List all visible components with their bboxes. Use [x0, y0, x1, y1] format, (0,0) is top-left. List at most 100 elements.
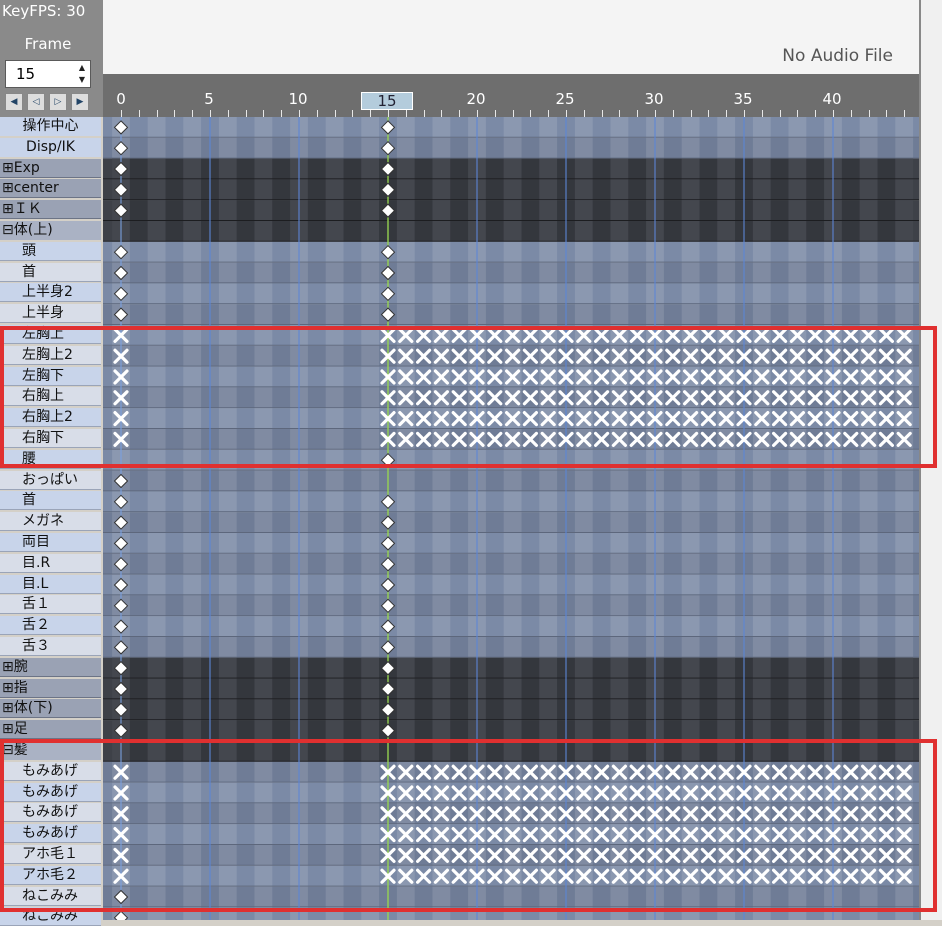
- vertical-scrollbar[interactable]: [919, 0, 942, 920]
- grid-cell: [237, 637, 255, 658]
- bone-name-27[interactable]: ⊞指: [0, 678, 101, 698]
- keyframe-grid-canvas[interactable]: [103, 117, 919, 920]
- grid-cell: [628, 699, 647, 721]
- bone-name-31[interactable]: もみあげ: [0, 761, 101, 781]
- grid-cell: [165, 158, 184, 180]
- grid-cell: [272, 138, 290, 159]
- grid-cell: [432, 137, 451, 159]
- grid-cell: [325, 637, 344, 658]
- grid-cell: [539, 137, 558, 159]
- grid-cell: [592, 741, 611, 762]
- bone-name-25[interactable]: 舌３: [0, 637, 101, 656]
- bone-name-30[interactable]: ⊟髪: [0, 741, 101, 760]
- grid-cell: [325, 803, 344, 825]
- grid-cell: [699, 657, 718, 679]
- grid-cell: [129, 179, 148, 201]
- grid-cell: [166, 367, 184, 388]
- bone-name-15[interactable]: 右胸下: [0, 429, 101, 448]
- grid-cell: [806, 554, 824, 575]
- bone-name-33[interactable]: もみあげ: [0, 803, 101, 823]
- bone-name-38[interactable]: ねこみみ: [0, 907, 101, 926]
- grid-cell: [788, 595, 807, 617]
- grid-cell: [183, 429, 202, 450]
- ruler-tick: [815, 110, 817, 117]
- prev-frame-button[interactable]: ◁: [27, 93, 45, 111]
- bone-name-6[interactable]: 頭: [0, 241, 101, 261]
- grid-cell: [147, 782, 166, 804]
- next-frame-button[interactable]: ▷: [49, 93, 67, 111]
- ruler-tick: [156, 110, 158, 117]
- bone-name-18[interactable]: 首: [0, 491, 101, 511]
- grid-cell: [681, 637, 700, 658]
- bone-name-2[interactable]: ⊞Exp: [0, 158, 101, 178]
- grid-cell: [806, 200, 825, 221]
- grid-cell: [806, 637, 824, 658]
- grid-cell: [344, 762, 362, 783]
- bone-name-12[interactable]: 左胸下: [0, 366, 101, 386]
- grid-cell: [272, 866, 290, 887]
- frame-stepper[interactable]: ▲ ▼: [5, 60, 91, 88]
- bone-name-36[interactable]: アホ毛２: [0, 865, 101, 885]
- bone-name-0[interactable]: 操作中心: [0, 117, 101, 136]
- grid-cell: [218, 865, 237, 887]
- grid-cell: [770, 158, 789, 180]
- grid-cell: [859, 179, 878, 201]
- ruler-tick: [601, 110, 603, 117]
- bone-name-32[interactable]: もみあげ: [0, 782, 101, 802]
- bone-name-5[interactable]: ⊟体(上): [0, 221, 101, 240]
- grid-cell: [254, 262, 273, 284]
- current-frame-marker[interactable]: 15: [361, 92, 413, 110]
- bone-name-29[interactable]: ⊞足: [0, 720, 101, 740]
- bone-name-24[interactable]: 舌２: [0, 616, 101, 636]
- grid-cell: [396, 449, 415, 471]
- spin-up-icon[interactable]: ▲: [76, 62, 88, 74]
- bone-name-23[interactable]: 舌１: [0, 595, 101, 615]
- grid-cell: [237, 138, 255, 159]
- grid-cell: [806, 699, 825, 721]
- grid-cell: [361, 574, 380, 596]
- bone-name-35[interactable]: アホ毛１: [0, 845, 101, 864]
- grid-cell: [877, 158, 896, 180]
- bone-name-4[interactable]: ⊞ＩＫ: [0, 200, 101, 220]
- bone-name-26[interactable]: ⊞腕: [0, 657, 101, 677]
- last-key-button[interactable]: ▶: [71, 93, 89, 111]
- bone-name-21[interactable]: 目.R: [0, 553, 101, 573]
- bone-name-8[interactable]: 上半身2: [0, 283, 101, 303]
- spin-down-icon[interactable]: ▼: [76, 74, 88, 86]
- first-key-button[interactable]: ◀: [5, 93, 23, 111]
- grid-cell: [218, 699, 237, 721]
- bone-name-10[interactable]: 左胸上: [0, 325, 101, 344]
- bone-name-34[interactable]: もみあげ: [0, 824, 101, 844]
- grid-cell: [432, 720, 451, 741]
- grid-cell: [610, 283, 629, 305]
- keyframe-grid[interactable]: [103, 117, 919, 920]
- grid-cell: [592, 720, 611, 741]
- bone-name-37[interactable]: ねこみみ: [0, 886, 101, 906]
- bone-name-9[interactable]: 上半身: [0, 304, 101, 324]
- bone-name-22[interactable]: 目.L: [0, 574, 101, 594]
- bone-name-16[interactable]: 腰: [0, 449, 101, 469]
- grid-cell: [218, 720, 237, 741]
- grid-cell: [396, 907, 415, 920]
- bone-name-1[interactable]: Disp/IK: [0, 137, 101, 157]
- bone-name-17[interactable]: おっぱい: [0, 470, 101, 490]
- grid-cell: [308, 117, 326, 138]
- bone-name-3[interactable]: ⊞center: [0, 179, 101, 199]
- grid-cell: [717, 699, 736, 721]
- bone-name-11[interactable]: 左胸上2: [0, 345, 101, 365]
- bone-name-13[interactable]: 右胸上: [0, 387, 101, 407]
- frame-ruler[interactable]: 0 5 10 15 20 25 30 35 40: [103, 74, 919, 117]
- grid-cell: [325, 720, 344, 741]
- bone-name-28[interactable]: ⊞体(下): [0, 699, 101, 719]
- frame-input[interactable]: [6, 61, 78, 87]
- grid-cell: [237, 242, 255, 263]
- bone-name-7[interactable]: 首: [0, 262, 101, 282]
- grid-cell: [218, 179, 237, 201]
- bone-name-20[interactable]: 両目: [0, 533, 101, 552]
- grid-cell: [130, 367, 148, 388]
- bone-name-14[interactable]: 右胸上2: [0, 408, 101, 428]
- bone-name-19[interactable]: メガネ: [0, 512, 101, 532]
- grid-cell: [325, 304, 344, 325]
- grid-cell: [147, 449, 166, 471]
- grid-cell: [485, 657, 504, 679]
